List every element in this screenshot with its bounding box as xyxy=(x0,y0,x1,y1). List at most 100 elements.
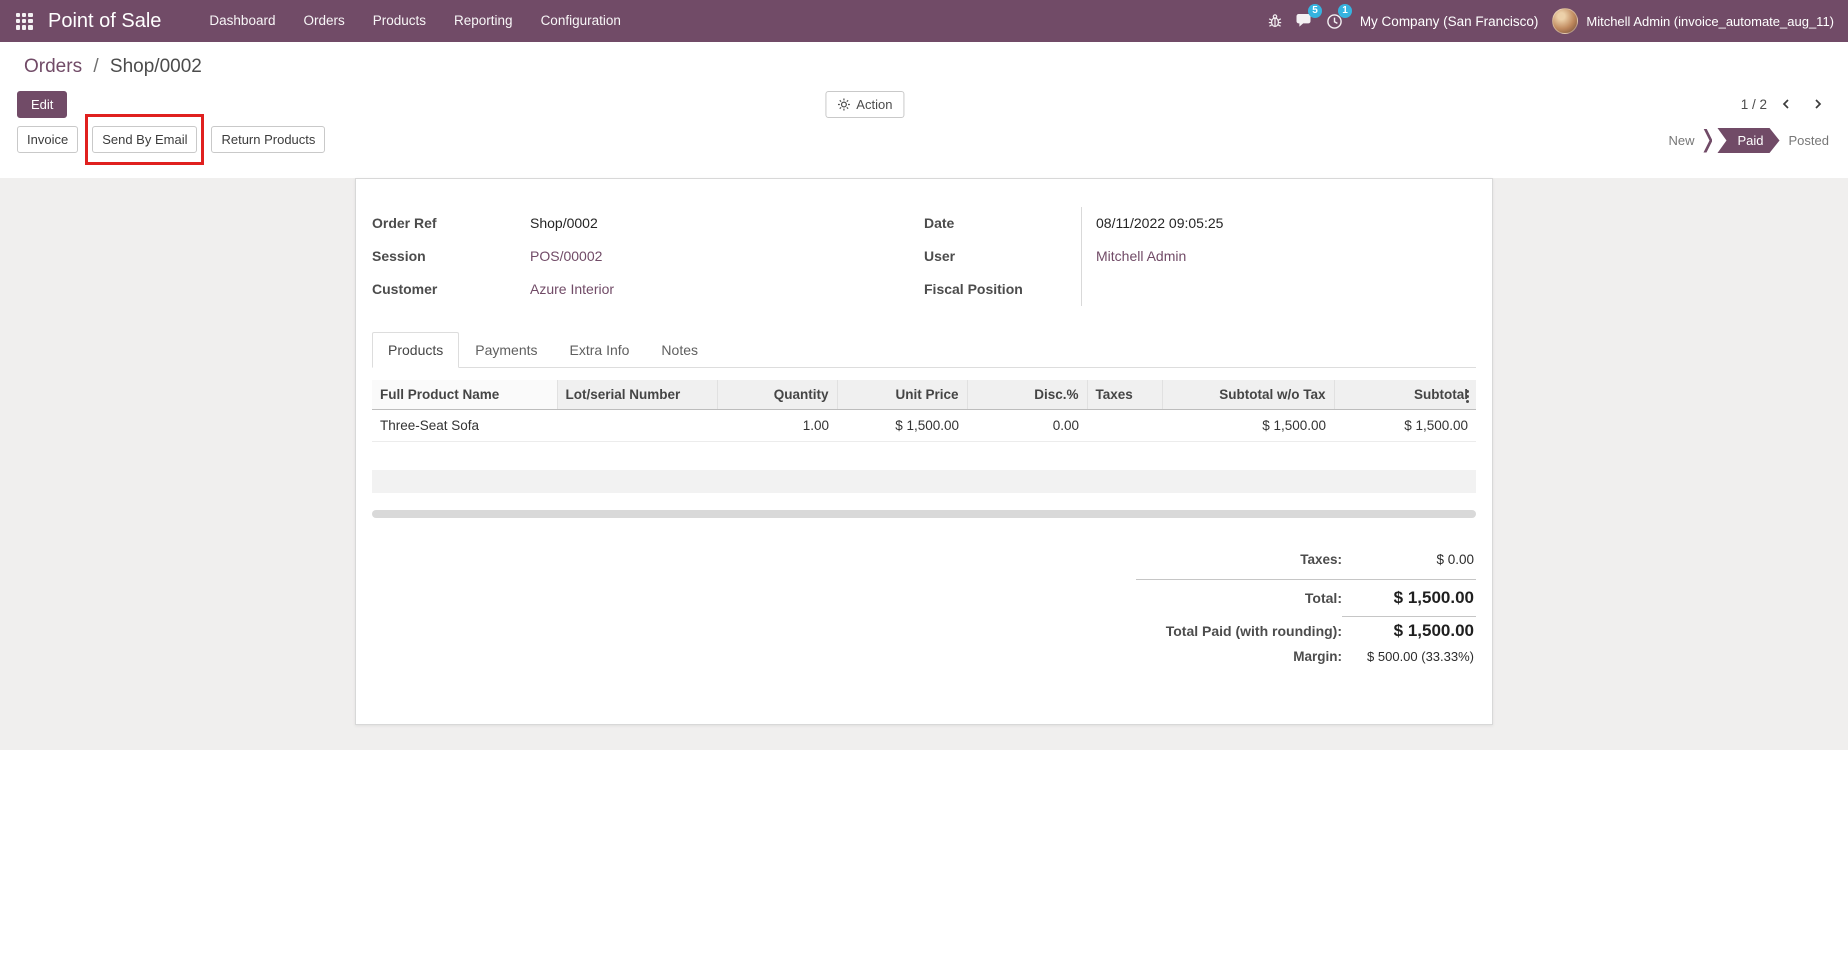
user-value-link[interactable]: Mitchell Admin xyxy=(1096,240,1186,273)
breadcrumb: Orders / Shop/0002 xyxy=(24,54,1824,80)
main-menu: Dashboard Orders Products Reporting Conf… xyxy=(195,0,634,42)
tab-notes[interactable]: Notes xyxy=(645,332,714,368)
cell-lot-serial[interactable] xyxy=(557,410,717,442)
pager-previous-icon[interactable] xyxy=(1773,91,1799,117)
tab-extra-info[interactable]: Extra Info xyxy=(554,332,646,368)
form-sheet: Order Ref Shop/0002 Session POS/00002 Cu… xyxy=(355,178,1493,725)
session-value-link[interactable]: POS/00002 xyxy=(530,240,602,273)
cell-subtotal[interactable]: $ 1,500.00 xyxy=(1334,410,1476,442)
field-session: Session POS/00002 xyxy=(372,240,924,273)
col-header-lot-serial-number[interactable]: Lot/serial Number xyxy=(557,380,717,410)
empty-row-stripe xyxy=(372,493,1476,510)
activities-clock-icon[interactable]: 1 xyxy=(1320,0,1350,42)
order-ref-label: Order Ref xyxy=(372,207,530,240)
app-name[interactable]: Point of Sale xyxy=(48,10,161,33)
col-header-quantity[interactable]: Quantity xyxy=(717,380,837,410)
status-chevron-icon xyxy=(1703,129,1712,153)
control-panel-row-1: Edit Action 1 / 2 xyxy=(0,82,1848,126)
total-paid-value: $ 1,500.00 xyxy=(1342,616,1476,641)
breadcrumb-row: Orders / Shop/0002 xyxy=(0,42,1848,82)
margin-value: $ 500.00 (33.33%) xyxy=(1342,649,1476,664)
tab-bar: Products Payments Extra Info Notes xyxy=(372,332,1476,368)
order-ref-value: Shop/0002 xyxy=(530,207,598,240)
optional-columns-toggle-icon[interactable] xyxy=(1459,387,1475,405)
user-avatar[interactable] xyxy=(1552,8,1578,34)
col-header-unit-price[interactable]: Unit Price xyxy=(837,380,967,410)
col-header-subtotal[interactable]: Subtotal xyxy=(1334,380,1476,410)
order-lines-table-wrap: Full Product Name Lot/serial Number Quan… xyxy=(372,380,1476,518)
table-header-row: Full Product Name Lot/serial Number Quan… xyxy=(372,380,1476,410)
pager-next-icon[interactable] xyxy=(1805,91,1831,117)
tab-products[interactable]: Products xyxy=(372,332,459,368)
debug-bug-icon[interactable] xyxy=(1260,0,1290,42)
send-by-email-button[interactable]: Send By Email xyxy=(92,126,197,153)
totals-taxes-row: Taxes: $ 0.00 xyxy=(1136,548,1476,571)
field-fiscal-position: Fiscal Position xyxy=(924,273,1476,306)
field-column-left: Order Ref Shop/0002 Session POS/00002 Cu… xyxy=(372,207,924,306)
apps-menu-button[interactable] xyxy=(0,0,48,42)
col-header-subtotal-wo-tax[interactable]: Subtotal w/o Tax xyxy=(1162,380,1334,410)
session-label: Session xyxy=(372,240,530,273)
pager: 1 / 2 xyxy=(1741,91,1831,117)
field-customer: Customer Azure Interior xyxy=(372,273,924,306)
total-label: Total: xyxy=(1305,590,1342,606)
totals-margin-row: Margin: $ 500.00 (33.33%) xyxy=(1136,645,1476,668)
total-value: $ 1,500.00 xyxy=(1342,588,1476,608)
menu-products[interactable]: Products xyxy=(359,0,440,42)
breadcrumb-current: Shop/0002 xyxy=(110,56,202,77)
cell-unit-price[interactable]: $ 1,500.00 xyxy=(837,410,967,442)
send-by-email-wrapper: Send By Email xyxy=(92,126,197,153)
tab-payments[interactable]: Payments xyxy=(459,332,553,368)
cell-disc[interactable]: 0.00 xyxy=(967,410,1087,442)
pager-value: 1 / 2 xyxy=(1741,97,1767,112)
order-lines-table: Full Product Name Lot/serial Number Quan… xyxy=(372,380,1476,442)
field-date: Date 08/11/2022 09:05:25 xyxy=(924,207,1476,240)
menu-configuration[interactable]: Configuration xyxy=(527,0,635,42)
edit-button[interactable]: Edit xyxy=(17,91,67,118)
status-new[interactable]: New xyxy=(1668,133,1694,148)
table-row[interactable]: Three-Seat Sofa 1.00 $ 1,500.00 0.00 $ 1… xyxy=(372,410,1476,442)
field-user: User Mitchell Admin xyxy=(924,240,1476,273)
customer-value-link[interactable]: Azure Interior xyxy=(530,273,614,306)
col-header-disc[interactable]: Disc.% xyxy=(967,380,1087,410)
fiscal-position-label: Fiscal Position xyxy=(924,273,1082,306)
user-menu[interactable]: Mitchell Admin (invoice_automate_aug_11) xyxy=(1586,14,1834,29)
menu-orders[interactable]: Orders xyxy=(289,0,358,42)
empty-row-stripe xyxy=(372,442,1476,470)
totals-total-paid-row: Total Paid (with rounding): $ 1,500.00 xyxy=(1136,612,1476,645)
page-footer-space xyxy=(0,750,1848,980)
return-products-button[interactable]: Return Products xyxy=(211,126,325,153)
menu-reporting[interactable]: Reporting xyxy=(440,0,527,42)
col-header-taxes[interactable]: Taxes xyxy=(1087,380,1162,410)
action-button[interactable]: Action xyxy=(825,91,904,118)
status-posted[interactable]: Posted xyxy=(1789,133,1829,148)
user-label: User xyxy=(924,240,1082,273)
totals-total-row: Total: $ 1,500.00 xyxy=(1136,579,1476,612)
table-scrollbar[interactable] xyxy=(372,510,1476,518)
field-order-ref: Order Ref Shop/0002 xyxy=(372,207,924,240)
order-totals: Taxes: $ 0.00 Total: $ 1,500.00 Total Pa… xyxy=(1136,548,1476,668)
menu-dashboard[interactable]: Dashboard xyxy=(195,0,289,42)
cell-taxes[interactable] xyxy=(1087,410,1162,442)
notebook: Products Payments Extra Info Notes Full … xyxy=(372,332,1476,668)
messages-icon[interactable]: 5 xyxy=(1290,0,1320,42)
systray: 5 1 My Company (San Francisco) Mitchell … xyxy=(1260,0,1834,42)
invoice-button[interactable]: Invoice xyxy=(17,126,78,153)
top-navbar: Point of Sale Dashboard Orders Products … xyxy=(0,0,1848,42)
date-value: 08/11/2022 09:05:25 xyxy=(1096,207,1223,240)
field-column-right: Date 08/11/2022 09:05:25 User Mitchell A… xyxy=(924,207,1476,306)
company-switcher[interactable]: My Company (San Francisco) xyxy=(1360,14,1539,29)
empty-row-stripe xyxy=(372,470,1476,493)
status-paid-active[interactable]: Paid xyxy=(1717,128,1779,153)
form-view-background: Order Ref Shop/0002 Session POS/00002 Cu… xyxy=(0,178,1848,750)
cell-quantity[interactable]: 1.00 xyxy=(717,410,837,442)
margin-label: Margin: xyxy=(1293,649,1342,664)
total-paid-label: Total Paid (with rounding): xyxy=(1166,623,1342,639)
cell-product-name[interactable]: Three-Seat Sofa xyxy=(372,410,557,442)
cell-subtotal-wo-tax[interactable]: $ 1,500.00 xyxy=(1162,410,1334,442)
taxes-value: $ 0.00 xyxy=(1342,552,1476,567)
customer-label: Customer xyxy=(372,273,530,306)
col-header-full-product-name[interactable]: Full Product Name xyxy=(372,380,557,410)
breadcrumb-parent-link[interactable]: Orders xyxy=(24,56,82,77)
activities-count-badge: 1 xyxy=(1338,4,1352,18)
